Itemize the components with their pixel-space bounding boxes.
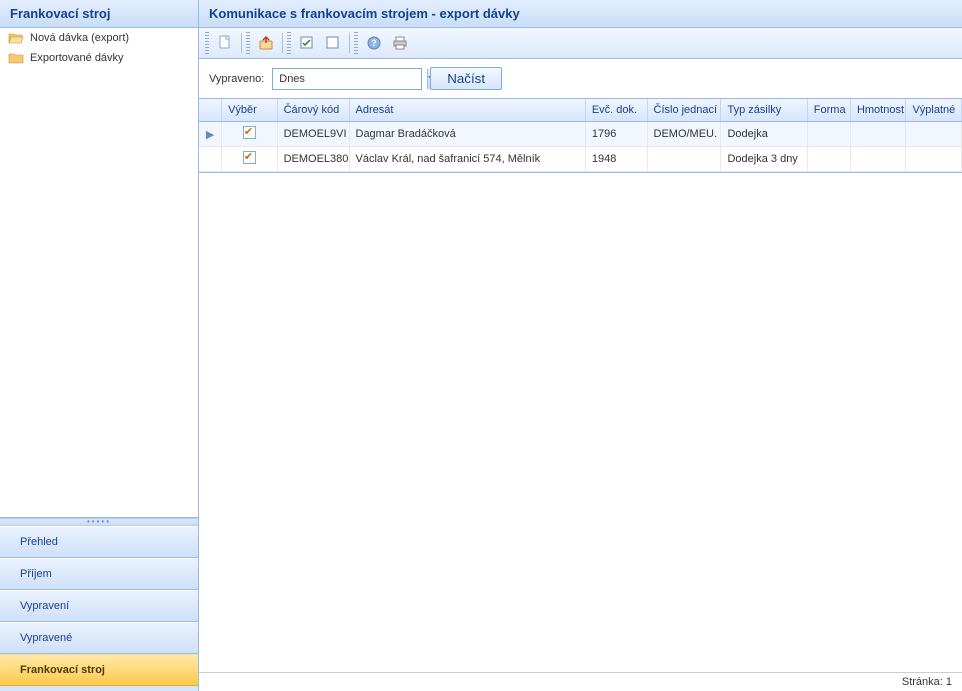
tree-item-label: Nová dávka (export) bbox=[30, 32, 129, 44]
nav-item-frankovaci[interactable]: Frankovací stroj bbox=[0, 654, 198, 686]
cell-cislo bbox=[647, 147, 721, 172]
cell-ptr bbox=[199, 147, 222, 172]
cell-forma bbox=[807, 147, 850, 172]
col-header-forma[interactable]: Forma bbox=[807, 99, 850, 122]
data-grid: VýběrČárový kódAdresátEvč. dok.Číslo jed… bbox=[199, 98, 962, 173]
toolbar-deselect-button[interactable] bbox=[321, 31, 345, 55]
cell-hmotnost bbox=[850, 122, 905, 147]
cell-vyplatne bbox=[906, 147, 962, 172]
nav-item-vypravene[interactable]: Vypravené bbox=[0, 622, 198, 654]
export-icon bbox=[258, 35, 274, 51]
toolbar-grip-icon bbox=[246, 32, 250, 54]
main-title: Komunikace s frankovacím strojem - expor… bbox=[199, 0, 962, 28]
checkbox-icon bbox=[299, 35, 315, 51]
cell-typ: Dodejka bbox=[721, 122, 807, 147]
cell-carovy: DEMOEL9VI bbox=[277, 122, 349, 147]
help-icon: ? bbox=[366, 35, 382, 51]
col-header-typ[interactable]: Typ zásilky bbox=[721, 99, 807, 122]
toolbar-export-button[interactable] bbox=[254, 31, 278, 55]
table-row[interactable]: DEMOEL380Václav Král, nad šafranicí 574,… bbox=[199, 147, 962, 172]
folder-icon bbox=[8, 51, 24, 65]
document-icon bbox=[217, 35, 233, 51]
cell-hmotnost bbox=[850, 147, 905, 172]
filter-label: Vypraveno: bbox=[209, 73, 264, 85]
cell-adresat: Dagmar Bradáčková bbox=[349, 122, 585, 147]
sidebar-tree: Nová dávka (export) Exportované dávky bbox=[0, 28, 198, 518]
col-header-hmotnost[interactable]: Hmotnost bbox=[850, 99, 905, 122]
nav-item-prehled[interactable]: Přehled bbox=[0, 526, 198, 558]
col-header-evcdok[interactable]: Evč. dok. bbox=[585, 99, 647, 122]
toolbar-separator bbox=[241, 33, 242, 53]
col-header-adresat[interactable]: Adresát bbox=[349, 99, 585, 122]
print-icon bbox=[392, 35, 408, 51]
toolbar-grip-icon bbox=[354, 32, 358, 54]
col-header-ptr[interactable] bbox=[199, 99, 222, 122]
toolbar-help-button[interactable]: ? bbox=[362, 31, 386, 55]
toolbar-print-button[interactable] bbox=[388, 31, 412, 55]
cell-carovy: DEMOEL380 bbox=[277, 147, 349, 172]
cell-ptr: ▶ bbox=[199, 122, 222, 147]
tree-item-new-batch[interactable]: Nová dávka (export) bbox=[0, 28, 198, 48]
toolbar-separator bbox=[349, 33, 350, 53]
cell-cislo: DEMO/MEU. bbox=[647, 122, 721, 147]
nav-item-prijem[interactable]: Příjem bbox=[0, 558, 198, 590]
load-button[interactable]: Načíst bbox=[430, 67, 502, 90]
table-row[interactable]: ▶ DEMOEL9VIDagmar Bradáčková1796DEMO/MEU.… bbox=[199, 122, 962, 147]
svg-text:?: ? bbox=[371, 38, 377, 48]
col-header-vyplatne[interactable]: Výplatné bbox=[906, 99, 962, 122]
nav-item-vypraveni[interactable]: Vypravení bbox=[0, 590, 198, 622]
filter-combo[interactable] bbox=[272, 68, 422, 90]
cell-vyber bbox=[222, 122, 277, 147]
splitter-handle[interactable]: ••••• bbox=[0, 518, 198, 526]
nav-section: Přehled Příjem Vypravení Vypravené Frank… bbox=[0, 526, 198, 686]
row-checkbox[interactable] bbox=[243, 126, 256, 139]
row-checkbox[interactable] bbox=[243, 151, 256, 164]
toolbar-grip-icon bbox=[287, 32, 291, 54]
filter-combo-input[interactable] bbox=[273, 73, 427, 85]
folder-open-icon bbox=[8, 31, 24, 45]
cell-forma bbox=[807, 122, 850, 147]
col-header-carovy[interactable]: Čárový kód bbox=[277, 99, 349, 122]
toolbar: ? bbox=[199, 28, 962, 59]
toolbar-grip-icon bbox=[205, 32, 209, 54]
toolbar-separator bbox=[282, 33, 283, 53]
col-header-vyber[interactable]: Výběr bbox=[222, 99, 277, 122]
toolbar-select-button[interactable] bbox=[295, 31, 319, 55]
page-indicator: Stránka: 1 bbox=[902, 676, 952, 688]
col-header-cislo[interactable]: Číslo jednací bbox=[647, 99, 721, 122]
tree-item-exported[interactable]: Exportované dávky bbox=[0, 48, 198, 68]
toolbar-new-button[interactable] bbox=[213, 31, 237, 55]
tree-item-label: Exportované dávky bbox=[30, 52, 124, 64]
cell-adresat: Václav Král, nad šafranicí 574, Mělník bbox=[349, 147, 585, 172]
checkbox-empty-icon bbox=[325, 35, 341, 51]
sidebar-title: Frankovací stroj bbox=[0, 0, 198, 28]
cell-evcdok: 1948 bbox=[585, 147, 647, 172]
cell-evcdok: 1796 bbox=[585, 122, 647, 147]
sidebar: Frankovací stroj Nová dávka (export) Exp… bbox=[0, 0, 199, 691]
cell-vyber bbox=[222, 147, 277, 172]
filter-bar: Vypraveno: Načíst bbox=[199, 59, 962, 98]
cell-typ: Dodejka 3 dny bbox=[721, 147, 807, 172]
cell-vyplatne bbox=[906, 122, 962, 147]
status-bar: Stránka: 1 bbox=[199, 672, 962, 691]
main-panel: Komunikace s frankovacím strojem - expor… bbox=[199, 0, 962, 691]
